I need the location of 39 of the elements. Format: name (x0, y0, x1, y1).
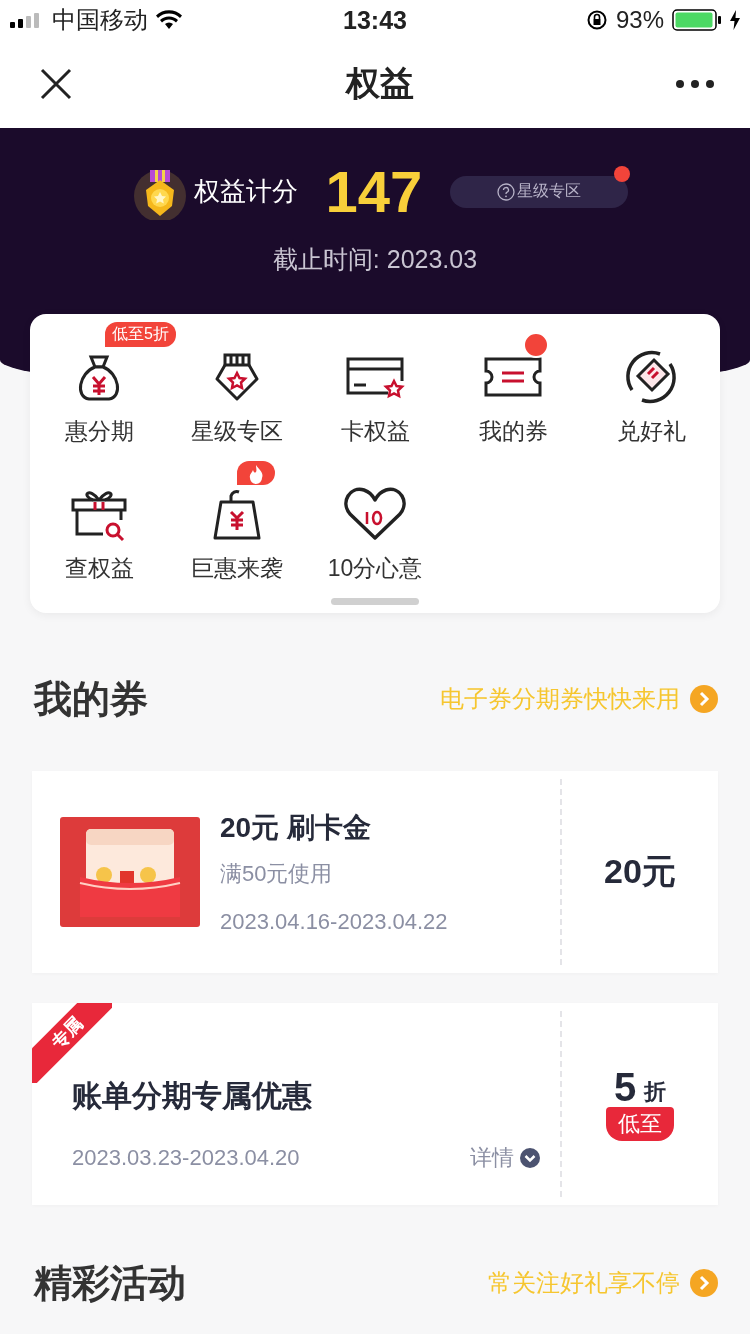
charging-icon (730, 10, 740, 30)
discount-unit: 折 (644, 1078, 667, 1106)
discount-value: 5 (613, 1067, 637, 1107)
score-value: 147 (325, 158, 423, 225)
wifi-icon (156, 10, 182, 30)
coupon-dates: 2023.04.16-2023.04.22 (220, 909, 448, 935)
coupon-title: 20元 刷卡金 (220, 811, 372, 845)
help-icon (497, 182, 516, 201)
close-icon[interactable] (40, 68, 72, 100)
coupon-value: 20元 (604, 851, 676, 892)
clock-time: 13:43 (343, 5, 407, 35)
battery-percent: 93% (615, 6, 664, 34)
coupon-condition: 满50元使用 (220, 860, 334, 888)
section-title: 我的券 (34, 676, 148, 722)
menu-item[interactable]: 查权益 (64, 485, 134, 584)
menu-item[interactable]: 兑好礼 (616, 348, 686, 447)
coupon-card[interactable]: 20元 刷卡金 满50元使用 2023.04.16-2023.04.22 20元 (32, 771, 718, 973)
discount-tag: 低至 (606, 1107, 674, 1141)
section-title: 精彩活动 (34, 1260, 186, 1306)
menu-item[interactable]: 卡权益 (340, 348, 410, 447)
discount-badge: 低至5折 (105, 322, 176, 347)
menu-item[interactable]: 星级专区 (191, 348, 283, 447)
deadline-text: 截止时间: 2023.03 (272, 244, 478, 275)
flame-badge-icon (237, 461, 275, 487)
menu-item[interactable]: 巨惠来袭 (191, 485, 283, 584)
coupon-dates: 2023.03.23-2023.04.20 (72, 1144, 300, 1171)
notification-dot (523, 332, 549, 358)
menu-item[interactable]: 惠分期 (64, 348, 134, 447)
page-title: 权益 (346, 63, 414, 104)
more-icon[interactable] (676, 80, 714, 88)
chevron-down-icon (520, 1147, 540, 1168)
coupon-card[interactable]: 专属 账单分期专属优惠 2023.03.23-2023.04.20 详情 5 折 低至 (32, 1003, 718, 1205)
rotation-lock-icon (585, 9, 608, 31)
menu-item[interactable]: 我的券 (478, 348, 548, 447)
score-label: 权益计分 (193, 175, 298, 208)
carrier-name: 中国移动 (52, 5, 148, 35)
star-zone-button[interactable]: 星级专区 (450, 175, 629, 208)
menu-item[interactable]: 10分心意 (327, 485, 423, 584)
battery-icon (672, 9, 722, 31)
